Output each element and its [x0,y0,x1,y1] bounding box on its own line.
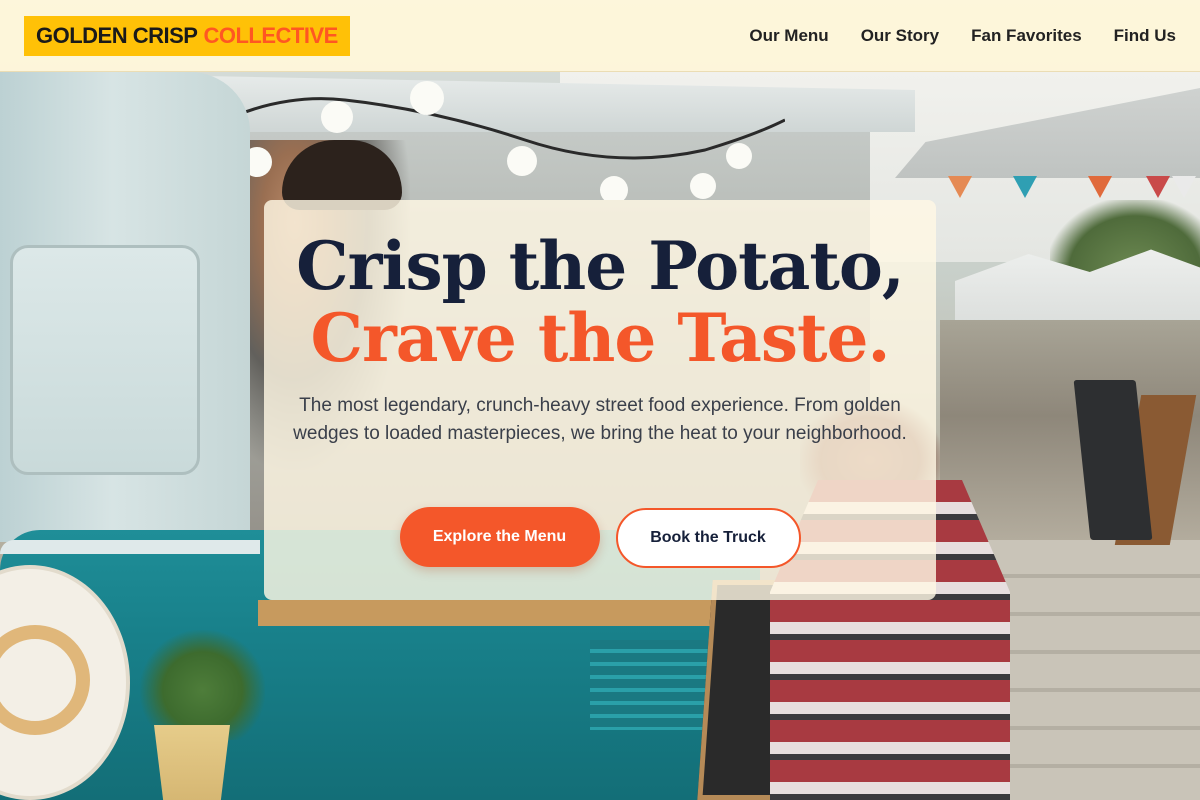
main-nav: Our Menu Our Story Fan Favorites Find Us [749,26,1176,46]
nav-link-find-us[interactable]: Find Us [1114,26,1176,46]
potted-plant [140,630,265,740]
nav-link-our-story[interactable]: Our Story [861,26,939,46]
hero-headline-line2: Crave the Taste. [310,299,891,377]
bunting-flag [1146,176,1170,198]
string-lights [165,81,785,200]
site-header: GOLDEN CRISP COLLECTIVE Our Menu Our Sto… [0,0,1200,72]
nav-link-fan-favorites[interactable]: Fan Favorites [971,26,1082,46]
plant-pot [154,725,230,800]
bunting-flag [1172,176,1196,198]
hero-card: Crisp the Potato, Crave the Taste. The m… [264,200,936,600]
bunting-flag [1013,176,1037,198]
brand-logo[interactable]: GOLDEN CRISP COLLECTIVE [24,15,350,56]
explore-menu-button[interactable]: Explore the Menu [399,507,600,567]
book-truck-button[interactable]: Book the Truck [615,508,801,568]
bunting-flag [948,176,972,198]
hero-headline-line1: Crisp the Potato, [296,227,905,305]
hero-headline: Crisp the Potato, Crave the Taste. [264,230,936,374]
brand-name-primary: GOLDEN CRISP [36,22,198,48]
nav-link-our-menu[interactable]: Our Menu [749,26,828,46]
truck-window [10,245,200,475]
brand-name-accent: COLLECTIVE [203,22,338,48]
hero-actions: Explore the Menu Book the Truck [264,507,936,568]
truck-counter [258,600,718,626]
truck-trim [0,540,260,554]
bunting-flag [1088,176,1112,198]
hero-subtext: The most legendary, crunch-heavy street … [293,395,907,444]
